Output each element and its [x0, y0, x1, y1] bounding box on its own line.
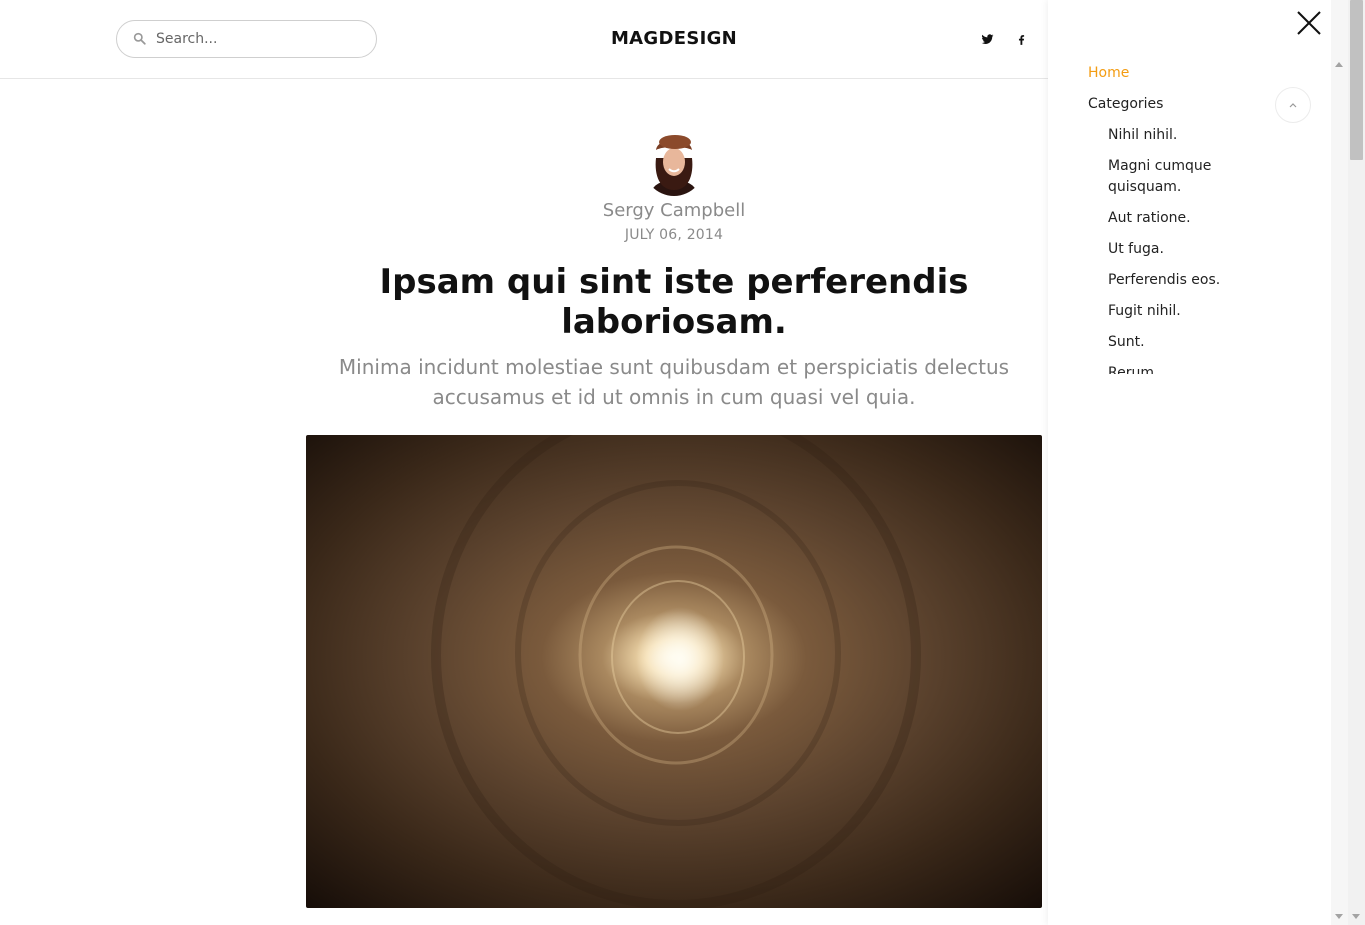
submenu-item[interactable]: Fugit nihil.: [1108, 301, 1248, 322]
scroll-down-arrow-icon[interactable]: [1335, 914, 1343, 919]
author-avatar[interactable]: [642, 128, 706, 196]
side-menu-panel: Home Categories Nihil nihil. Magni cumqu…: [1048, 0, 1331, 925]
chevron-up-icon[interactable]: [1275, 87, 1311, 123]
hero-image: [306, 435, 1042, 908]
post-subtitle: Minima incidunt molestiae sunt quibusdam…: [338, 355, 1010, 409]
side-menu: Home Categories Nihil nihil. Magni cumqu…: [1088, 60, 1323, 374]
menu-item-home[interactable]: Home: [1088, 63, 1129, 84]
page-scrollbar[interactable]: [1348, 0, 1365, 925]
submenu-item[interactable]: Perferendis eos.: [1108, 270, 1248, 291]
menu-item-categories[interactable]: Categories: [1088, 94, 1163, 115]
author-name[interactable]: Sergy Campbell: [474, 200, 874, 221]
facebook-icon[interactable]: [1012, 30, 1030, 48]
scroll-down-arrow-icon[interactable]: [1352, 914, 1360, 919]
panel-scrollbar-track[interactable]: [1331, 0, 1348, 925]
scroll-up-arrow-icon[interactable]: [1335, 62, 1343, 67]
search-icon: [133, 30, 146, 49]
search-box[interactable]: [116, 20, 377, 58]
submenu-item[interactable]: Magni cumque quisquam.: [1108, 156, 1248, 198]
post-date: JULY 06, 2014: [624, 227, 724, 243]
scrollbar-thumb[interactable]: [1350, 0, 1363, 160]
site-logo[interactable]: MAGDESIGN: [574, 28, 774, 49]
close-icon[interactable]: [1295, 9, 1323, 37]
search-input[interactable]: [156, 31, 356, 47]
post-title: Ipsam qui sint iste perferendis laborios…: [379, 262, 969, 342]
submenu-item[interactable]: Nihil nihil.: [1108, 125, 1248, 146]
submenu-item[interactable]: Rerum: [1108, 363, 1248, 374]
submenu-item[interactable]: Ut fuga.: [1108, 239, 1248, 260]
twitter-icon[interactable]: [978, 30, 996, 48]
submenu-item[interactable]: Sunt.: [1108, 332, 1248, 353]
submenu-item[interactable]: Aut ratione.: [1108, 208, 1248, 229]
